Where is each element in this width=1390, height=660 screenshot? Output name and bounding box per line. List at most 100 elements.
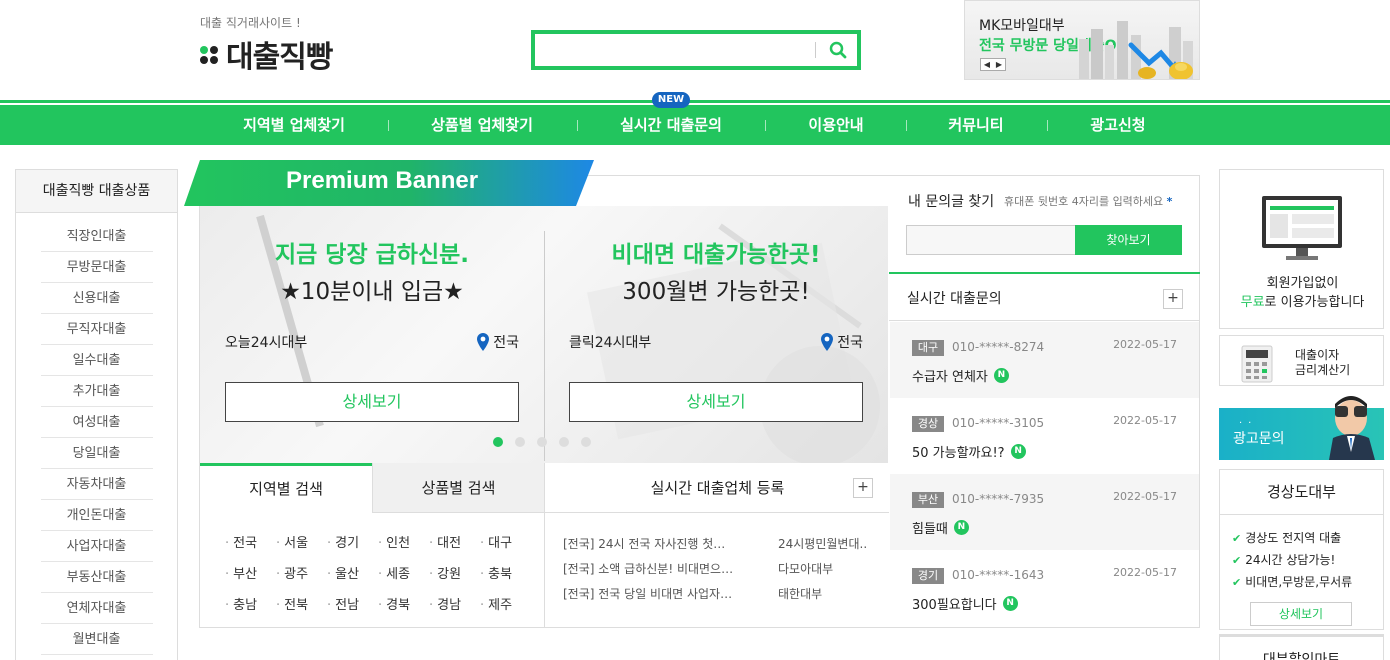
region-link[interactable]: 전국	[225, 532, 257, 551]
inquiry-text-label: 50 가능할까요!?	[912, 446, 1005, 461]
region-link[interactable]: 세종	[378, 563, 410, 582]
my-inquiry-heading: 내 문의글 찾기	[908, 194, 995, 210]
registration-row[interactable]: [전국] 24시 전국 자사진행 첫… 24시평민월변대..	[563, 535, 873, 552]
region-link[interactable]: 충북	[480, 563, 512, 582]
sidebar-item[interactable]: 연체자대출	[40, 593, 153, 624]
premium-card[interactable]: 비대면 대출가능한곳! 300월변 가능한곳! 클릭24시대부 전국 상세보기	[544, 206, 888, 463]
required-star: *	[1166, 195, 1173, 208]
nav-item-community[interactable]: 커뮤니티	[930, 105, 1022, 145]
interest-calculator-ad[interactable]: 대출이자 금리계산기	[1219, 335, 1384, 386]
gyeongsang-detail-button[interactable]: 상세보기	[1250, 602, 1352, 626]
header: 대출 직거래사이트 ! 대출직빵 MK모바일대부 전국 무방문 당일대출OK ◀…	[0, 0, 1390, 100]
new-n-badge: N	[1002, 596, 1018, 611]
nav-item-ad-request[interactable]: 광고신청	[1072, 105, 1164, 145]
city-money-illustration-icon	[1079, 21, 1193, 79]
inquiry-text: 수급자 연체자 N	[912, 366, 1009, 385]
gyeongsang-feature: 경상도 전지역 대출	[1232, 529, 1341, 546]
site-logo[interactable]: 대출직빵	[200, 32, 333, 76]
inquiry-item[interactable]: 경기 010-*****-1643 2022-05-17 300필요합니다 N	[890, 550, 1199, 626]
sidebar-item[interactable]: 추가대출	[40, 376, 153, 407]
region-link[interactable]: 울산	[327, 563, 359, 582]
region-link[interactable]: 광주	[276, 563, 308, 582]
sidebar-item[interactable]: 자동차대출	[40, 469, 153, 500]
slider-dot[interactable]	[581, 437, 591, 447]
inquiry-item[interactable]: 부산 010-*****-7935 2022-05-17 힘들때 N	[890, 474, 1199, 550]
inquiry-region-tag: 경상	[912, 416, 944, 432]
tab-product-search[interactable]: 상품별 검색	[372, 463, 544, 513]
region-link[interactable]: 서울	[276, 532, 308, 551]
loan-discount-mart-ad[interactable]: 대부할인마트	[1219, 634, 1384, 660]
search-tabs: 지역별 검색 상품별 검색	[200, 463, 544, 513]
card-subline: 300월변 가능한곳!	[622, 279, 810, 305]
region-link[interactable]: 경기	[327, 532, 359, 551]
sidebar-item[interactable]: 여성대출	[40, 407, 153, 438]
sidebar-item[interactable]: 무직자대출	[40, 314, 153, 345]
region-link[interactable]: 경남	[429, 594, 461, 613]
region-link[interactable]: 경북	[378, 594, 410, 613]
signup-free-ad[interactable]: 회원가입없이 무료로 이용가능합니다	[1219, 169, 1384, 329]
region-link[interactable]: 강원	[429, 563, 461, 582]
sidebar-item[interactable]: 부동산대출	[40, 562, 153, 593]
gyeongsang-loan-ad[interactable]: 경상도대부 경상도 전지역 대출 24시간 상담가능! 비대면,무방문,무서류 …	[1219, 469, 1384, 630]
inquiry-region-tag: 부산	[912, 492, 944, 508]
gyeongsang-title: 경상도대부	[1220, 470, 1383, 515]
premium-card[interactable]: 지금 당장 급하신분. ★10분이내 입금★ 오늘24시대부 전국 상세보기	[200, 206, 544, 463]
sidebar-item[interactable]: 일수대출	[40, 345, 153, 376]
slider-dot[interactable]	[493, 437, 503, 447]
sidebar-item[interactable]: 신용대출	[40, 283, 153, 314]
calc-line1: 대출이자	[1295, 348, 1340, 362]
prev-arrow-icon[interactable]: ◀	[981, 59, 993, 70]
nav-separator	[906, 120, 907, 131]
slider-dot[interactable]	[559, 437, 569, 447]
find-button[interactable]: 찾아보기	[1075, 225, 1182, 255]
tab-region-search[interactable]: 지역별 검색	[200, 463, 372, 513]
mk-banner-arrows: ◀ ▶	[980, 58, 1006, 71]
next-arrow-icon[interactable]: ▶	[993, 59, 1005, 70]
nav-item-realtime-inquiry[interactable]: 실시간 대출문의	[600, 105, 742, 145]
logo-text: 대출직빵	[226, 40, 333, 75]
phone-digits-input[interactable]	[906, 225, 1076, 255]
my-inquiry-note: 휴대폰 뒷번호 4자리를 입력하세요 *	[1004, 193, 1172, 209]
sidebar-item[interactable]: 월변대출	[40, 624, 153, 655]
slider-dots	[493, 437, 603, 447]
inquiry-phone: 010-*****-1643	[952, 568, 1045, 582]
registration-row[interactable]: [전국] 전국 당일 비대면 사업자… 태한대부	[563, 585, 873, 602]
slider-dot[interactable]	[515, 437, 525, 447]
sidebar-item[interactable]: 당일대출	[40, 438, 153, 469]
region-link[interactable]: 대전	[429, 532, 461, 551]
nav-item-usage-guide[interactable]: 이용안내	[790, 105, 882, 145]
registration-more-button[interactable]: +	[853, 478, 873, 498]
inquiry-text-label: 힘들때	[912, 522, 948, 537]
registration-company: 태한대부	[778, 587, 823, 601]
realtime-inquiry-more-button[interactable]: +	[1163, 289, 1183, 309]
slider-dot[interactable]	[537, 437, 547, 447]
search-button[interactable]	[822, 36, 854, 64]
registration-row[interactable]: [전국] 소액 급하신분! 비대면으… 다모아대부	[563, 560, 873, 577]
premium-banner-label: Premium Banner	[286, 167, 479, 194]
region-link[interactable]: 부산	[225, 563, 257, 582]
region-link[interactable]: 전남	[327, 594, 359, 613]
nav-item-region-search[interactable]: 지역별 업체찾기	[224, 105, 364, 145]
ad-inquiry-label: 광고문의	[1233, 431, 1285, 447]
region-link[interactable]: 제주	[480, 594, 512, 613]
new-n-badge: N	[953, 520, 969, 535]
region-link[interactable]: 충남	[225, 594, 257, 613]
card-region: 전국	[477, 332, 519, 352]
inquiry-item[interactable]: 경상 010-*****-3105 2022-05-17 50 가능할까요!? N	[890, 398, 1199, 474]
search-input[interactable]	[541, 38, 811, 62]
ad-inquiry-banner[interactable]: ·· 광고문의	[1219, 396, 1384, 460]
nav-top-line	[0, 100, 1390, 103]
inquiry-item[interactable]: 대구 010-*****-8274 2022-05-17 수급자 연체자 N	[890, 322, 1199, 398]
region-link[interactable]: 전북	[276, 594, 308, 613]
region-link[interactable]: 대구	[480, 532, 512, 551]
detail-button[interactable]: 상세보기	[225, 382, 519, 422]
sidebar-item[interactable]: 직장인대출	[40, 221, 153, 252]
sidebar-item[interactable]: 사업자대출	[40, 531, 153, 562]
product-sidebar: 대출직빵 대출상품 직장인대출 무방문대출 신용대출 무직자대출 일수대출 추가…	[15, 169, 178, 660]
detail-button[interactable]: 상세보기	[569, 382, 863, 422]
mk-banner-ad[interactable]: MK모바일대부 전국 무방문 당일대출OK ◀ ▶	[964, 0, 1200, 80]
sidebar-item[interactable]: 무방문대출	[40, 252, 153, 283]
nav-item-product-search[interactable]: 상품별 업체찾기	[412, 105, 552, 145]
region-link[interactable]: 인천	[378, 532, 410, 551]
sidebar-item[interactable]: 개인돈대출	[40, 500, 153, 531]
